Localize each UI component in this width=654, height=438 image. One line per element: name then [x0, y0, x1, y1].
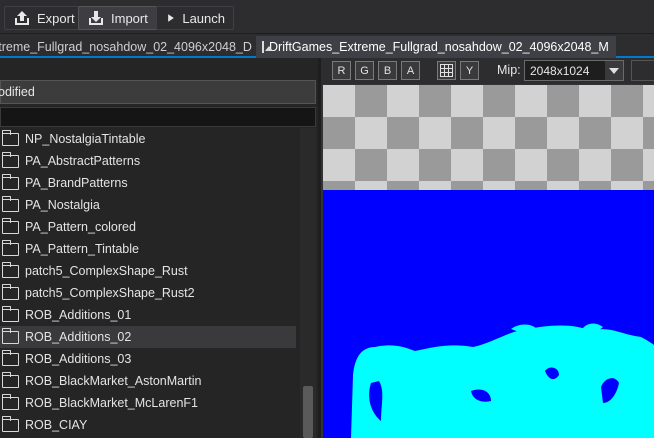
list-item[interactable]: ROB_Additions_02 — [0, 326, 296, 348]
folder-icon — [1, 305, 19, 322]
texture-mask-shape — [351, 323, 654, 438]
list-item-label: NP_NostalgiaTintable — [25, 132, 146, 146]
import-icon — [89, 11, 103, 25]
list-item-label: PA_Pattern_colored — [25, 220, 136, 234]
asset-browser: odified NP_NostalgiaTintable PA_AbstractP… — [0, 58, 318, 438]
play-icon — [168, 14, 174, 22]
document-tabs: xtreme_Fullgrad_nosahdow_02_4096x2048_D … — [0, 34, 654, 58]
list-item-label: ROB_BlackMarket_McLarenF1 — [25, 396, 198, 410]
list-item[interactable]: PA_AbstractPatterns — [0, 150, 296, 172]
launch-label: Launch — [182, 10, 225, 26]
list-item[interactable]: PA_BrandPatterns — [0, 172, 296, 194]
list-item-label: ROB_Additions_02 — [25, 330, 132, 344]
channel-r-button[interactable]: R — [332, 61, 351, 80]
channel-b-button[interactable]: B — [378, 61, 397, 80]
grid-toggle-button[interactable] — [437, 61, 456, 80]
folder-icon — [1, 217, 19, 234]
chevron-down-icon[interactable] — [605, 61, 623, 80]
folder-icon — [1, 129, 19, 146]
tab-label: xtreme_Fullgrad_nosahdow_02_4096x2048_D — [0, 40, 252, 54]
scroll-thumb[interactable] — [303, 386, 313, 438]
list-item[interactable]: PA_Pattern_colored — [0, 216, 296, 238]
channel-g-button[interactable]: G — [355, 61, 374, 80]
folder-icon — [1, 195, 19, 212]
column-header-modified[interactable]: odified — [0, 80, 316, 104]
list-item[interactable]: ROB_BlackMarket_AstonMartin — [0, 370, 296, 392]
list-item[interactable]: ROB_BlackMarket_McLarenF1 — [0, 392, 296, 414]
folder-icon — [1, 393, 19, 410]
list-item-label: PA_BrandPatterns — [25, 176, 128, 190]
folder-icon — [1, 239, 19, 256]
viewer-extra-control[interactable] — [631, 60, 654, 81]
viewer-toolbar: R G B A Y Mip: 2048x1024 — [321, 58, 654, 84]
mip-value: 2048x1024 — [530, 63, 590, 78]
filter-input[interactable] — [0, 107, 316, 127]
list-item[interactable]: PA_Nostalgia — [0, 194, 296, 216]
export-button[interactable]: Export — [4, 6, 84, 30]
mip-select[interactable]: 2048x1024 — [524, 60, 624, 81]
folder-icon — [1, 327, 19, 344]
list-item-label: ROB_CIAY — [25, 418, 88, 432]
folder-icon — [1, 349, 19, 366]
folder-icon — [1, 261, 19, 278]
list-item[interactable]: PA_Pattern_Tintable — [0, 238, 296, 260]
column-header-label: odified — [0, 85, 35, 99]
list-item[interactable]: ROB_CIAY — [0, 414, 296, 436]
export-label: Export — [37, 10, 75, 26]
list-item-label: patch5_ComplexShape_Rust — [25, 264, 188, 278]
list-item-label: ROB_Additions_01 — [25, 308, 132, 322]
list-scrollbar[interactable] — [300, 128, 316, 438]
flip-y-button[interactable]: Y — [460, 61, 479, 80]
folder-icon — [1, 371, 19, 388]
launch-button[interactable]: Launch — [156, 6, 234, 30]
channel-a-button[interactable]: A — [401, 61, 420, 80]
folder-icon — [1, 151, 19, 168]
texture-canvas[interactable] — [323, 85, 654, 438]
folder-icon — [1, 283, 19, 300]
list-item-label: PA_Pattern_Tintable — [25, 242, 139, 256]
list-item-label: patch5_ComplexShape_Rust2 — [25, 286, 195, 300]
export-icon — [15, 11, 29, 25]
list-item-label: PA_Nostalgia — [25, 198, 100, 212]
mip-label: Mip: — [497, 63, 521, 77]
tab-diffuse-texture[interactable]: xtreme_Fullgrad_nosahdow_02_4096x2048_D … — [0, 36, 254, 58]
list-item[interactable]: NP_NostalgiaTintable — [0, 128, 296, 150]
import-button[interactable]: Import — [78, 6, 157, 30]
main-toolbar: Export Import Launch — [0, 0, 654, 34]
list-item[interactable]: patch5_ComplexShape_Rust — [0, 260, 296, 282]
list-item[interactable]: ROB_Additions_01 — [0, 304, 296, 326]
list-item-label: PA_AbstractPatterns — [25, 154, 141, 168]
import-label: Import — [111, 10, 148, 26]
grid-icon — [440, 64, 453, 77]
list-item-label: ROB_Additions_03 — [25, 352, 132, 366]
list-item-label: ROB_BlackMarket_AstonMartin — [25, 374, 202, 388]
folder-icon — [1, 415, 19, 432]
app-window: Export Import Launch xtreme_Fullgrad_nos… — [0, 0, 654, 438]
texture-viewer: R G B A Y Mip: 2048x1024 — [318, 58, 654, 438]
list-item[interactable]: patch5_ComplexShape_Rust2 — [0, 282, 296, 304]
folder-list: NP_NostalgiaTintable PA_AbstractPatterns P… — [0, 128, 300, 438]
image-icon — [262, 41, 273, 53]
tab-mask-texture[interactable]: DriftGames_Extreme_Fullgrad_nosahdow_02_… — [256, 36, 616, 58]
close-icon[interactable]: ✕ — [615, 40, 616, 54]
folder-icon — [1, 173, 19, 190]
tab-label: DriftGames_Extreme_Fullgrad_nosahdow_02_… — [269, 40, 609, 54]
list-item[interactable]: ROB_Additions_03 — [0, 348, 296, 370]
